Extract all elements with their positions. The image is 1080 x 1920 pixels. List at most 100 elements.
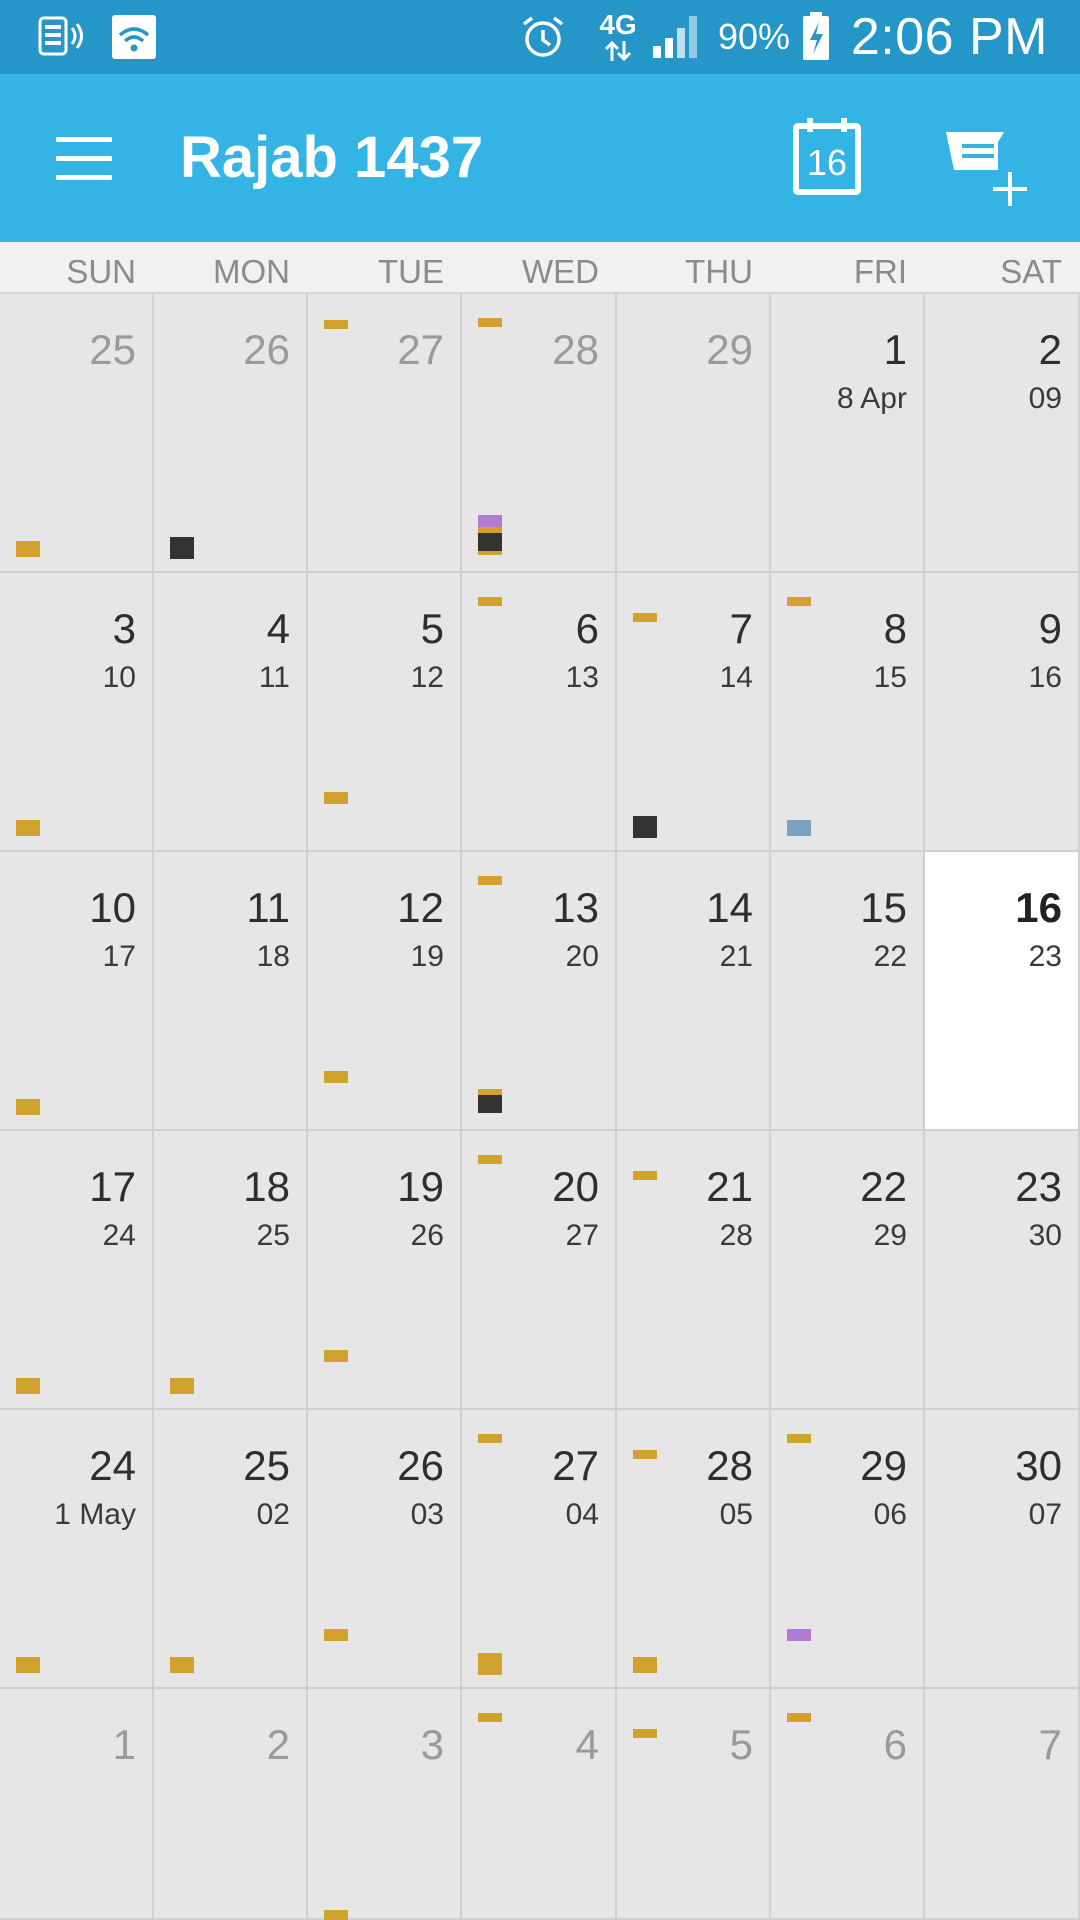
event-marker[interactable] [478,551,502,555]
event-marker[interactable] [633,816,657,838]
day-cell[interactable]: 2 [154,1689,308,1920]
event-marker[interactable] [324,792,348,804]
day-cell[interactable]: 12 19 [308,852,462,1131]
event-marker[interactable] [787,820,811,836]
day-cell[interactable]: 25 02 [154,1410,308,1689]
day-cell[interactable]: 27 04 [462,1410,617,1689]
day-cell[interactable]: 21 28 [617,1131,771,1410]
event-marker[interactable] [478,597,502,606]
menu-button[interactable] [40,118,128,198]
day-cell[interactable]: 14 21 [617,852,771,1131]
today-button[interactable]: 16 [780,114,876,204]
event-marker[interactable] [633,1450,657,1459]
hijri-day-number: 7 [729,605,753,652]
hijri-day-number: 26 [243,326,290,373]
event-marker[interactable] [478,1653,502,1675]
hijri-day-number: 5 [729,1721,753,1768]
hijri-day-number: 30 [1015,1442,1062,1489]
day-cell[interactable]: 20 27 [462,1131,617,1410]
event-marker[interactable] [787,1434,811,1443]
event-marker[interactable] [478,1713,502,1722]
hijri-day-number: 9 [1038,605,1062,652]
event-marker[interactable] [170,1378,194,1394]
weekday-tue: TUE [378,253,444,290]
event-marker[interactable] [478,533,502,551]
event-marker[interactable] [16,541,40,557]
event-marker[interactable] [324,1071,348,1083]
day-cell[interactable]: 4 [462,1689,617,1920]
event-marker[interactable] [16,1099,40,1115]
day-cell[interactable]: 23 30 [925,1131,1080,1410]
day-cell[interactable]: 15 22 [771,852,925,1131]
day-cell[interactable]: 4 11 [154,573,308,852]
day-cell[interactable]: 6 [771,1689,925,1920]
day-cell[interactable]: 2 09 [925,294,1080,573]
day-cell[interactable]: 10 17 [0,852,154,1131]
day-cell[interactable]: 22 29 [771,1131,925,1410]
battery-percent: 90% [717,16,790,57]
gregorian-date: 21 [719,940,753,973]
hijri-day-number: 7 [1038,1721,1062,1768]
event-marker[interactable] [478,1095,502,1113]
day-cell[interactable]: 19 26 [308,1131,462,1410]
event-marker[interactable] [478,876,502,885]
gregorian-date: 28 [719,1219,753,1252]
weekday-thu: THU [685,253,753,290]
day-cell[interactable]: 18 25 [154,1131,308,1410]
event-marker[interactable] [478,318,502,327]
hijri-day-number: 21 [706,1163,753,1210]
day-cell[interactable]: 13 20 [462,852,617,1131]
menu-icon [56,136,112,142]
event-marker[interactable] [787,597,811,606]
event-marker[interactable] [16,1378,40,1394]
month-title[interactable]: Rajab 1437 [180,74,483,242]
event-marker[interactable] [633,1657,657,1673]
event-marker[interactable] [16,1657,40,1673]
day-cell[interactable]: 29 06 [771,1410,925,1689]
day-cell[interactable]: 5 12 [308,573,462,852]
day-cell[interactable]: 5 [617,1689,771,1920]
day-cell[interactable]: 1 8 Apr [771,294,925,573]
day-cell[interactable]: 25 [0,294,154,573]
day-cell[interactable]: 3 10 [0,573,154,852]
event-marker[interactable] [16,820,40,836]
day-cell[interactable]: 24 1 May [0,1410,154,1689]
day-cell[interactable]: 3 [308,1689,462,1920]
event-marker[interactable] [324,1350,348,1362]
event-marker[interactable] [478,1155,502,1164]
event-marker[interactable] [478,1434,502,1443]
event-marker[interactable] [170,537,194,559]
event-marker[interactable] [324,1910,348,1920]
wifi-icon [110,0,158,74]
event-marker[interactable] [478,515,502,527]
day-cell[interactable]: 28 05 [617,1410,771,1689]
event-marker[interactable] [633,1729,657,1738]
gregorian-date: 14 [719,661,753,694]
day-cell[interactable]: 26 [154,294,308,573]
day-cell[interactable]: 1 [0,1689,154,1920]
day-cell[interactable]: 27 [308,294,462,573]
gregorian-date: 24 [102,1219,136,1252]
day-cell[interactable]: 11 18 [154,852,308,1131]
day-cell[interactable]: 7 [925,1689,1080,1920]
day-cell[interactable]: 7 14 [617,573,771,852]
event-marker[interactable] [787,1713,811,1722]
event-marker[interactable] [633,613,657,622]
hijri-day-number: 19 [397,1163,444,1210]
event-marker[interactable] [324,320,348,329]
hijri-day-number: 1 [112,1721,136,1768]
day-cell[interactable]: 6 13 [462,573,617,852]
day-cell-today[interactable]: 16 23 [925,852,1080,1131]
event-marker[interactable] [633,1171,657,1180]
day-cell[interactable]: 28 [462,294,617,573]
day-cell[interactable]: 8 15 [771,573,925,852]
event-marker[interactable] [787,1629,811,1641]
day-cell[interactable]: 26 03 [308,1410,462,1689]
day-cell[interactable]: 29 [617,294,771,573]
event-marker[interactable] [170,1657,194,1673]
day-cell[interactable]: 17 24 [0,1131,154,1410]
add-event-button[interactable] [944,128,1040,214]
event-marker[interactable] [324,1629,348,1641]
day-cell[interactable]: 9 16 [925,573,1080,852]
day-cell[interactable]: 30 07 [925,1410,1080,1689]
